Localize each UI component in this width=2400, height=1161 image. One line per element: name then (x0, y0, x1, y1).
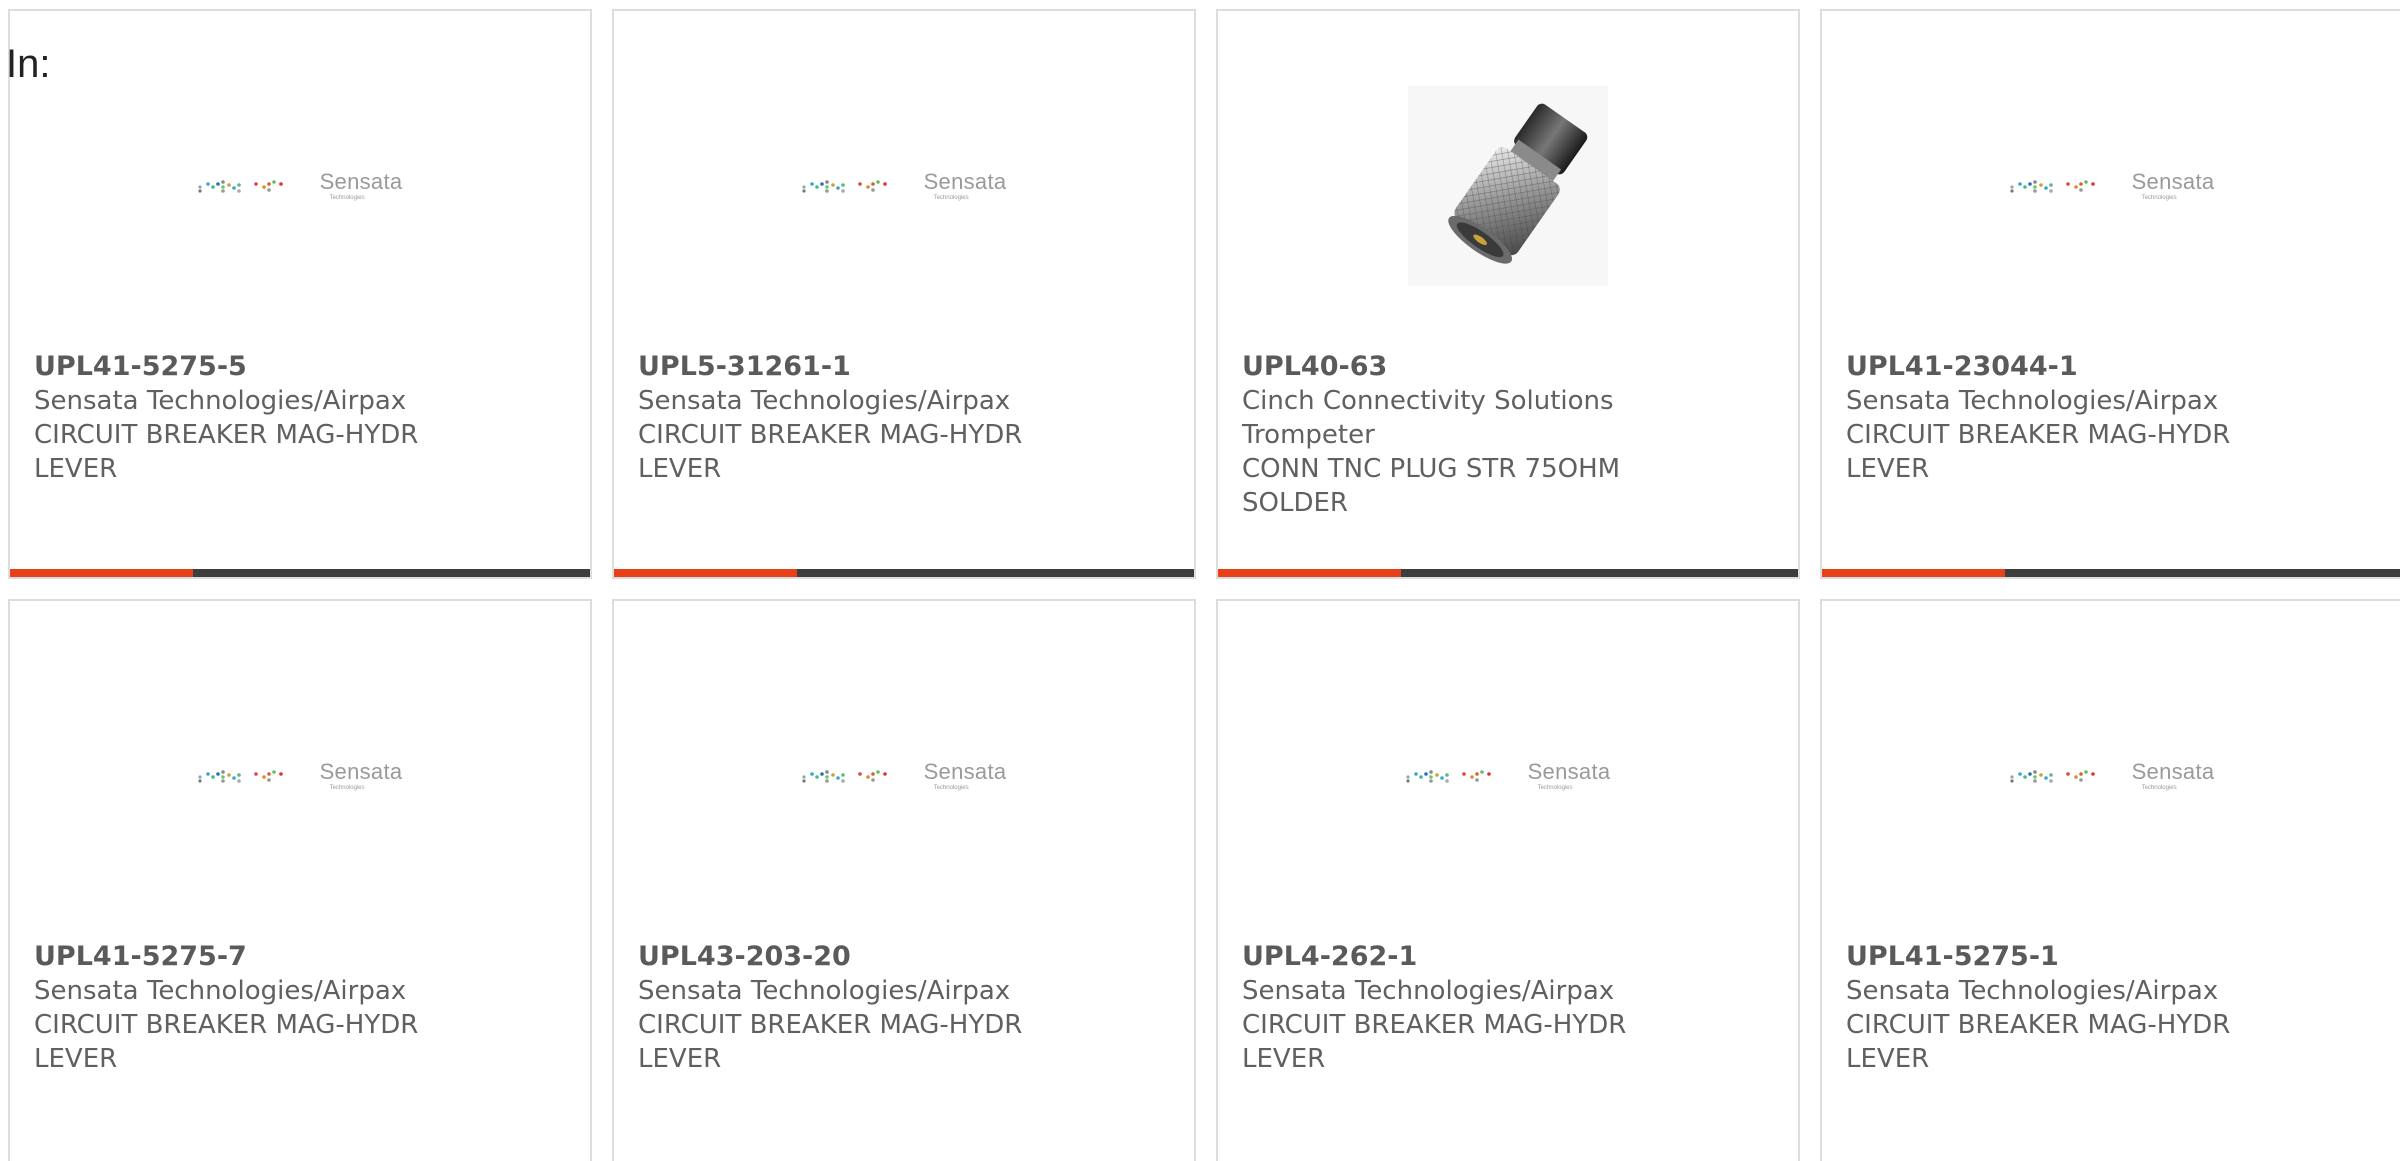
logo-sub: Technologies (933, 785, 969, 791)
card-bar-accent (614, 569, 797, 577)
sensata-dots-icon (197, 180, 283, 193)
product-info: UPL5-31261-1 Sensata Technologies/Airpax… (638, 350, 1170, 486)
sensata-dots-icon (197, 770, 283, 783)
product-info: UPL4-262-1 Sensata Technologies/Airpax C… (1242, 940, 1774, 1076)
manufacturer: Sensata Technologies/Airpax (638, 976, 1011, 1006)
logo-sub: Technologies (329, 195, 365, 201)
sensata-dots-icon (2009, 180, 2095, 193)
description: CIRCUIT BREAKER MAG-HYDR LEVER (1846, 1010, 2231, 1074)
logo-brand: Sensata (923, 169, 1007, 194)
logo-brand: Sensata (2131, 759, 2215, 784)
product-card[interactable]: Sensata Technologies UPL41-5275-5 Sensat… (8, 9, 592, 579)
card-bar-accent (1218, 569, 1401, 577)
product-info: UPL41-5275-7 Sensata Technologies/Airpax… (34, 940, 566, 1076)
card-bar (1218, 569, 1798, 577)
page-heading: In: (6, 42, 51, 86)
sensata-logo: Sensata Technologies (2009, 759, 2215, 791)
part-number[interactable]: UPL43-203-20 (638, 940, 1170, 974)
description: CIRCUIT BREAKER MAG-HYDR LEVER (34, 1010, 419, 1074)
manufacturer: Sensata Technologies/Airpax (1846, 976, 2219, 1006)
part-number[interactable]: UPL40-63 (1242, 350, 1774, 384)
product-image: Sensata Technologies (1218, 661, 1798, 891)
description: CIRCUIT BREAKER MAG-HYDR LEVER (638, 1010, 1023, 1074)
manufacturer: Sensata Technologies/Airpax (34, 386, 407, 416)
logo-brand: Sensata (319, 759, 403, 784)
product-image: Sensata Technologies (614, 71, 1194, 301)
logo-brand: Sensata (2131, 169, 2215, 194)
product-card[interactable]: UPL40-63 Cinch Connectivity Solutions Tr… (1216, 9, 1800, 579)
product-info: UPL41-5275-1 Sensata Technologies/Airpax… (1846, 940, 2378, 1076)
logo-sub: Technologies (1537, 785, 1573, 791)
logo-sub: Technologies (2141, 195, 2177, 201)
sensata-logo: Sensata Technologies (1405, 759, 1611, 791)
logo-brand: Sensata (923, 759, 1007, 784)
description: CONN TNC PLUG STR 75OHM SOLDER (1242, 454, 1621, 518)
manufacturer: Sensata Technologies/Airpax (1846, 386, 2219, 416)
manufacturer: Sensata Technologies/Airpax (1242, 976, 1615, 1006)
product-info: UPL43-203-20 Sensata Technologies/Airpax… (638, 940, 1170, 1076)
sensata-logo: Sensata Technologies (2009, 169, 2215, 201)
manufacturer: Cinch Connectivity Solutions Trompeter (1242, 386, 1614, 450)
part-number[interactable]: UPL41-5275-1 (1846, 940, 2378, 974)
sensata-dots-icon (801, 770, 887, 783)
description: CIRCUIT BREAKER MAG-HYDR LEVER (1242, 1010, 1627, 1074)
product-card[interactable]: Sensata Technologies UPL43-203-20 Sensat… (612, 599, 1196, 1161)
manufacturer: Sensata Technologies/Airpax (34, 976, 407, 1006)
product-info: UPL41-23044-1 Sensata Technologies/Airpa… (1846, 350, 2378, 486)
tnc-connector-photo-icon (1408, 86, 1608, 286)
product-image (1218, 71, 1798, 301)
part-number[interactable]: UPL41-5275-7 (34, 940, 566, 974)
manufacturer: Sensata Technologies/Airpax (638, 386, 1011, 416)
logo-brand: Sensata (1527, 759, 1611, 784)
card-bar (1822, 569, 2400, 577)
product-card[interactable]: Sensata Technologies UPL5-31261-1 Sensat… (612, 9, 1196, 579)
sensata-dots-icon (2009, 770, 2095, 783)
card-bar (10, 569, 590, 577)
product-results-page: In: Sensata Technologies UPL41-5275-5 Se… (0, 0, 2400, 1161)
product-image: Sensata Technologies (614, 661, 1194, 891)
sensata-logo: Sensata Technologies (197, 759, 403, 791)
sensata-logo: Sensata Technologies (801, 759, 1007, 791)
product-image: Sensata Technologies (10, 661, 590, 891)
sensata-logo: Sensata Technologies (197, 169, 403, 201)
part-number[interactable]: UPL5-31261-1 (638, 350, 1170, 384)
part-number[interactable]: UPL41-23044-1 (1846, 350, 2378, 384)
product-info: UPL41-5275-5 Sensata Technologies/Airpax… (34, 350, 566, 486)
part-number[interactable]: UPL4-262-1 (1242, 940, 1774, 974)
description: CIRCUIT BREAKER MAG-HYDR LEVER (1846, 420, 2231, 484)
product-image: Sensata Technologies (1822, 71, 2400, 301)
product-image: Sensata Technologies (1822, 661, 2400, 891)
product-card[interactable]: Sensata Technologies UPL4-262-1 Sensata … (1216, 599, 1800, 1161)
logo-sub: Technologies (933, 195, 969, 201)
part-number[interactable]: UPL41-5275-5 (34, 350, 566, 384)
product-card[interactable]: Sensata Technologies UPL41-23044-1 Sensa… (1820, 9, 2400, 579)
card-bar-accent (10, 569, 193, 577)
description: CIRCUIT BREAKER MAG-HYDR LEVER (34, 420, 419, 484)
product-grid: Sensata Technologies UPL41-5275-5 Sensat… (0, 0, 2400, 1161)
logo-brand: Sensata (319, 169, 403, 194)
sensata-logo: Sensata Technologies (801, 169, 1007, 201)
sensata-dots-icon (1405, 770, 1491, 783)
logo-sub: Technologies (329, 785, 365, 791)
card-bar (614, 569, 1194, 577)
product-info: UPL40-63 Cinch Connectivity Solutions Tr… (1242, 350, 1774, 520)
logo-sub: Technologies (2141, 785, 2177, 791)
sensata-dots-icon (801, 180, 887, 193)
product-card[interactable]: Sensata Technologies UPL41-5275-1 Sensat… (1820, 599, 2400, 1161)
product-card[interactable]: Sensata Technologies UPL41-5275-7 Sensat… (8, 599, 592, 1161)
product-image: Sensata Technologies (10, 71, 590, 301)
card-bar-accent (1822, 569, 2005, 577)
description: CIRCUIT BREAKER MAG-HYDR LEVER (638, 420, 1023, 484)
